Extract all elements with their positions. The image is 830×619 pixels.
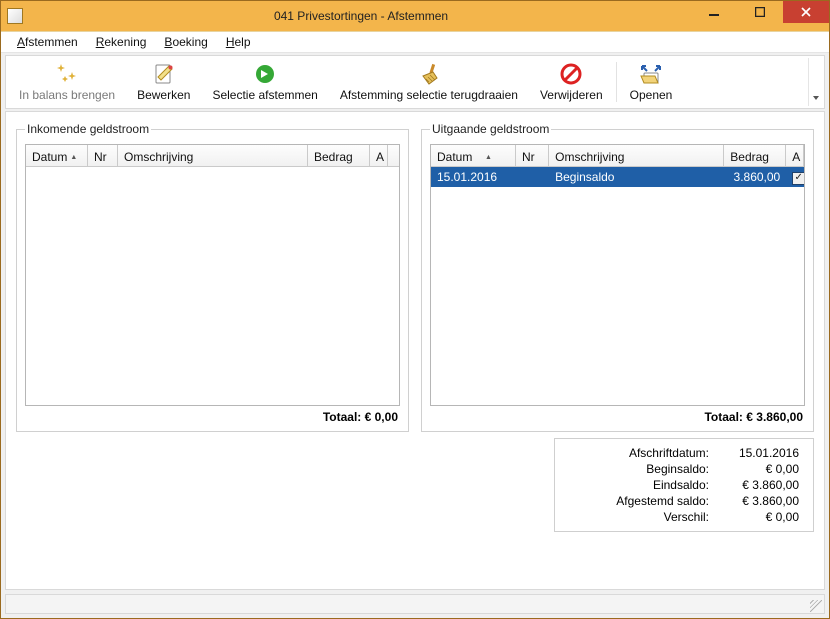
summary-beginsaldo-label: Beginsaldo: [565, 461, 713, 477]
col-bedrag[interactable]: Bedrag [308, 145, 370, 166]
open-icon [639, 62, 663, 86]
menu-afstemmen[interactable]: Afstemmen [9, 33, 86, 51]
outgoing-group: Uitgaande geldstroom Datum ▲ Nr Omschrij… [421, 122, 814, 432]
maximize-icon [755, 7, 765, 17]
toolbar-label: Verwijderen [540, 88, 603, 102]
outgoing-legend: Uitgaande geldstroom [430, 122, 551, 136]
edit-icon [152, 62, 176, 86]
col-nr[interactable]: Nr [516, 145, 549, 166]
toolbar-label: Selectie afstemmen [212, 88, 317, 102]
grid-body[interactable]: 15.01.2016 Beginsaldo3.860,00 ✓ [431, 167, 804, 405]
summary-beginsaldo-value: € 0,00 [713, 461, 803, 477]
summary-box: Afschriftdatum:15.01.2016 Beginsaldo:€ 0… [554, 438, 814, 532]
col-omschrijving[interactable]: Omschrijving [118, 145, 308, 166]
summary-afgestemd-value: € 3.860,00 [713, 493, 803, 509]
window-title: 041 Privestortingen - Afstemmen [31, 9, 691, 23]
arrow-right-circle-icon [253, 62, 277, 86]
app-window: 041 Privestortingen - Afstemmen Afstemme… [0, 0, 830, 619]
toolbar-separator [616, 62, 617, 102]
summary-verschil-label: Verschil: [565, 509, 713, 525]
col-datum[interactable]: Datum ▲ [431, 145, 516, 166]
toolbar-bewerken[interactable]: Bewerken [126, 58, 201, 106]
minimize-icon [709, 7, 719, 17]
summary-table: Afschriftdatum:15.01.2016 Beginsaldo:€ 0… [565, 445, 803, 525]
toolbar-label: Afstemming selectie terugdraaien [340, 88, 518, 102]
prohibit-icon [559, 62, 583, 86]
outgoing-grid[interactable]: Datum ▲ Nr Omschrijving Bedrag A 15.01.2… [430, 144, 805, 406]
toolbar-verwijderen[interactable]: Verwijderen [529, 58, 614, 106]
sparkle-icon [55, 62, 79, 86]
client-area: Inkomende geldstroom Datum▲ Nr Omschrijv… [5, 111, 825, 590]
sort-asc-icon: ▲ [485, 154, 492, 161]
close-icon [801, 7, 811, 17]
panels-row: Inkomende geldstroom Datum▲ Nr Omschrijv… [16, 122, 814, 432]
toolbar-openen[interactable]: Openen [619, 58, 684, 106]
titlebar[interactable]: 041 Privestortingen - Afstemmen [1, 1, 829, 31]
cell-a[interactable]: ✓ [786, 169, 804, 185]
incoming-total: Totaal: € 0,00 [25, 406, 400, 424]
sort-asc-icon: ▲ [70, 154, 77, 161]
col-nr[interactable]: Nr [88, 145, 118, 166]
chevron-down-icon [813, 96, 819, 100]
close-button[interactable] [783, 1, 829, 23]
cell-datum: 15.01.2016 [431, 170, 516, 184]
col-bedrag[interactable]: Bedrag [724, 145, 786, 166]
statusbar [5, 594, 825, 614]
summary-eindsaldo-value: € 3.860,00 [713, 477, 803, 493]
menu-help[interactable]: Help [218, 33, 259, 51]
broom-icon [417, 62, 441, 86]
col-a[interactable]: A [786, 145, 804, 166]
toolbar-label: Openen [630, 88, 673, 102]
summary-afschriftdatum-value: 15.01.2016 [713, 445, 803, 461]
col-datum[interactable]: Datum▲ [26, 145, 88, 166]
window-buttons [691, 1, 829, 31]
resize-grip-icon[interactable] [810, 600, 822, 612]
incoming-legend: Inkomende geldstroom [25, 122, 151, 136]
summary-afschriftdatum-label: Afschriftdatum: [565, 445, 713, 461]
toolbar-selectie-afstemmen[interactable]: Selectie afstemmen [201, 58, 328, 106]
toolbar-label: In balans brengen [19, 88, 115, 102]
summary-eindsaldo-label: Eindsaldo: [565, 477, 713, 493]
minimize-button[interactable] [691, 1, 737, 23]
cell-omschrijving: Beginsaldo [549, 170, 724, 184]
incoming-grid[interactable]: Datum▲ Nr Omschrijving Bedrag A [25, 144, 400, 406]
menu-rekening[interactable]: Rekening [88, 33, 155, 51]
menu-boeking[interactable]: Boeking [156, 33, 215, 51]
grid-header: Datum ▲ Nr Omschrijving Bedrag A [431, 145, 804, 167]
grid-header: Datum▲ Nr Omschrijving Bedrag A [26, 145, 399, 167]
col-a[interactable]: A [370, 145, 388, 166]
toolbar-selectie-terugdraaien[interactable]: Afstemming selectie terugdraaien [329, 58, 529, 106]
toolbar: In balans brengen Bewerken Selectie afst… [5, 55, 825, 109]
summary-afgestemd-label: Afgestemd saldo: [565, 493, 713, 509]
incoming-group: Inkomende geldstroom Datum▲ Nr Omschrijv… [16, 122, 409, 432]
menubar: Afstemmen Rekening Boeking Help [1, 31, 829, 53]
app-icon [7, 8, 23, 24]
outgoing-total: Totaal: € 3.860,00 [430, 406, 805, 424]
checkbox-icon[interactable]: ✓ [792, 172, 804, 185]
summary-verschil-value: € 0,00 [713, 509, 803, 525]
cell-bedrag: 3.860,00 [724, 170, 786, 184]
toolbar-label: Bewerken [137, 88, 190, 102]
toolbar-in-balans-brengen[interactable]: In balans brengen [8, 58, 126, 106]
maximize-button[interactable] [737, 1, 783, 23]
table-row[interactable]: 15.01.2016 Beginsaldo3.860,00 ✓ [431, 167, 804, 187]
grid-body[interactable] [26, 167, 399, 405]
toolbar-overflow[interactable] [808, 58, 822, 106]
col-omschrijving[interactable]: Omschrijving [549, 145, 724, 166]
